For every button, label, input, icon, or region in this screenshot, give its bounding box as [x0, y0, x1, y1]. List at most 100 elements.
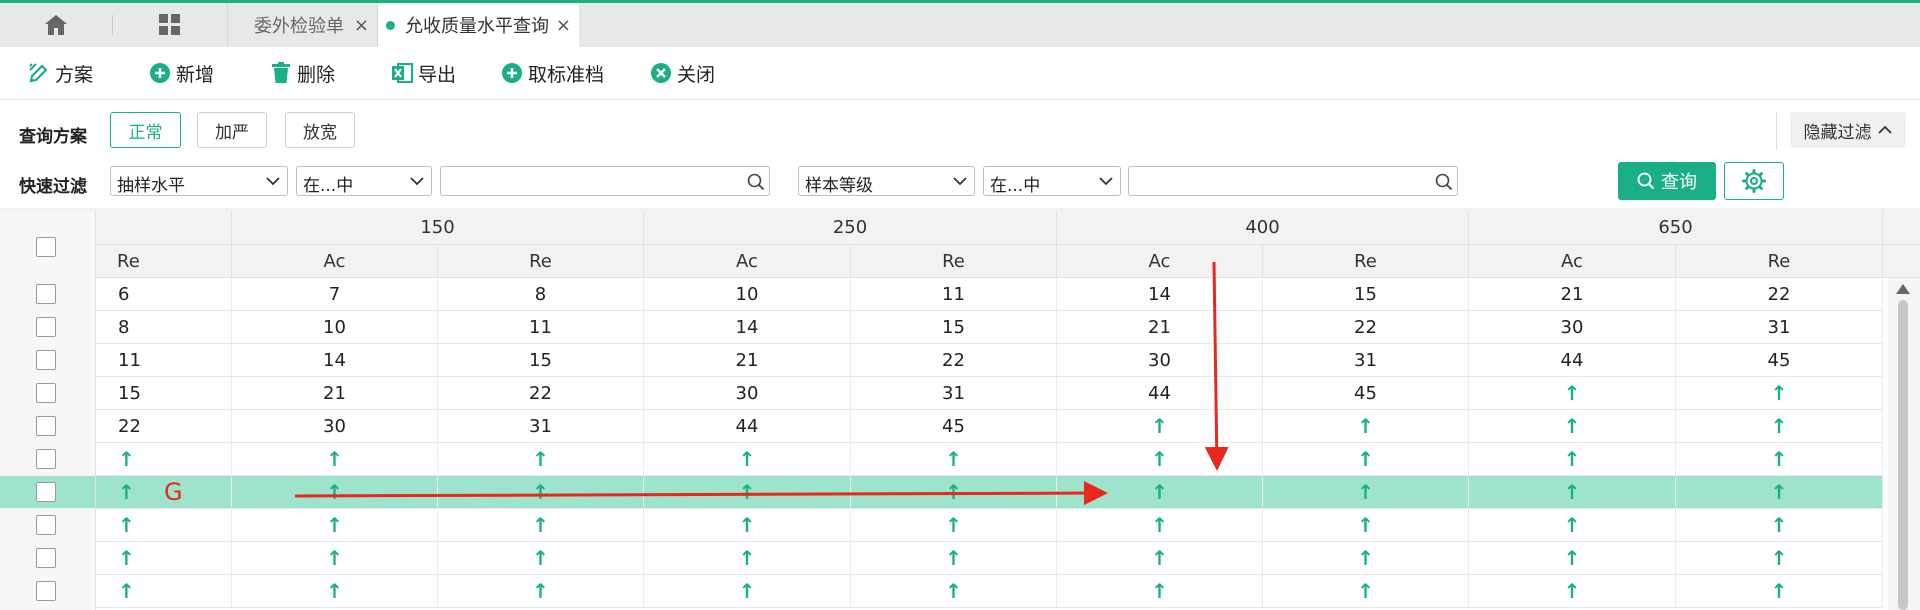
table-cell[interactable]: ↑ [232, 476, 438, 508]
table-cell[interactable]: ↑ [1469, 410, 1676, 442]
table-cell[interactable]: ↑ [1469, 542, 1676, 574]
fetch-standard-button[interactable]: 取标准档 [501, 47, 604, 99]
table-cell[interactable]: 45 [1676, 344, 1883, 376]
table-cell[interactable]: 22 [438, 377, 644, 409]
table-cell[interactable]: ↑ [438, 509, 644, 541]
table-cell[interactable]: ↑ [1676, 476, 1883, 508]
table-cell[interactable]: ↑ [1469, 575, 1676, 607]
table-cell[interactable]: ↑ [232, 575, 438, 607]
table-cell[interactable]: 21 [232, 377, 438, 409]
table-cell[interactable]: ↑ [1676, 575, 1883, 607]
close-icon[interactable]: × [556, 15, 571, 36]
table-cell[interactable]: ↑ [1263, 410, 1469, 442]
operator-select-2[interactable]: 在...中 [983, 166, 1121, 196]
table-cell[interactable]: ↑ [1263, 443, 1469, 475]
table-cell[interactable]: ↑ [1057, 575, 1263, 607]
scheme-reduced-button[interactable]: 放宽 [285, 112, 355, 148]
select-all-checkbox[interactable] [36, 237, 56, 257]
table-row[interactable]: 22 30 31 44 45 ↑ ↑ ↑ ↑ [96, 410, 1883, 443]
scheme-button[interactable]: 方案 [28, 47, 93, 99]
row-checkbox[interactable] [36, 482, 56, 502]
table-cell[interactable]: 21 [1469, 278, 1676, 310]
table-cell[interactable]: ↑ [1469, 443, 1676, 475]
table-cell[interactable]: 15 [851, 311, 1057, 343]
scheme-normal-button[interactable]: 正常 [110, 112, 181, 148]
table-cell[interactable]: ↑ [851, 575, 1057, 607]
table-cell[interactable]: 30 [644, 377, 851, 409]
table-cell[interactable]: ↑ [438, 476, 644, 508]
table-cell[interactable]: ↑ [1057, 410, 1263, 442]
table-cell[interactable]: ↑ [644, 575, 851, 607]
table-cell[interactable]: ↑ [644, 476, 851, 508]
sub-header-re[interactable]: Re [96, 245, 232, 277]
table-cell[interactable]: ↑ [1676, 542, 1883, 574]
operator-select-1[interactable]: 在...中 [296, 166, 432, 196]
table-cell[interactable]: 22 [1263, 311, 1469, 343]
table-cell[interactable]: 45 [1263, 377, 1469, 409]
sub-header-ac[interactable]: Ac [232, 245, 438, 277]
scrollbar-thumb[interactable] [1898, 300, 1908, 610]
table-row[interactable]: ↑ ↑ ↑ ↑ ↑ ↑ ↑ ↑ ↑ [96, 443, 1883, 476]
table-cell[interactable]: 30 [232, 410, 438, 442]
table-cell[interactable]: 31 [1263, 344, 1469, 376]
table-row[interactable]: ↑ ↑ ↑ ↑ ↑ ↑ ↑ ↑ ↑ [96, 542, 1883, 575]
add-button[interactable]: 新增 [149, 47, 214, 99]
table-cell[interactable]: 14 [232, 344, 438, 376]
table-cell[interactable]: ↑ [1676, 410, 1883, 442]
hide-filter-button[interactable]: 隐藏过滤 [1790, 112, 1906, 148]
row-checkbox[interactable] [36, 284, 56, 304]
sub-header-ac[interactable]: Ac [1057, 245, 1263, 277]
sub-header-re[interactable]: Re [438, 245, 644, 277]
table-cell[interactable]: ↑ [851, 476, 1057, 508]
table-cell[interactable]: 44 [1469, 344, 1676, 376]
table-cell[interactable]: 15 [96, 377, 232, 409]
table-cell[interactable]: 14 [644, 311, 851, 343]
table-cell[interactable]: ↑ [851, 542, 1057, 574]
row-checkbox[interactable] [36, 515, 56, 535]
sub-header-re[interactable]: Re [1263, 245, 1469, 277]
row-checkbox[interactable] [36, 449, 56, 469]
table-cell[interactable]: 21 [1057, 311, 1263, 343]
field-select-1[interactable]: 抽样水平 [110, 166, 288, 196]
delete-button[interactable]: 删除 [270, 47, 335, 99]
export-button[interactable]: 导出 [391, 47, 456, 99]
table-row[interactable]: 8 10 11 14 15 21 22 30 31 [96, 311, 1883, 344]
scheme-tightened-button[interactable]: 加严 [197, 112, 267, 148]
table-cell[interactable]: 22 [1676, 278, 1883, 310]
table-row[interactable]: 11 14 15 21 22 30 31 44 45 [96, 344, 1883, 377]
table-cell[interactable]: ↑ [1057, 443, 1263, 475]
table-cell[interactable]: 8 [96, 311, 232, 343]
table-cell[interactable]: 31 [438, 410, 644, 442]
value-input-1[interactable] [440, 166, 770, 196]
table-cell[interactable]: ↑ [96, 575, 232, 607]
close-icon[interactable]: × [354, 15, 369, 36]
table-cell[interactable]: ↑ [644, 542, 851, 574]
table-cell[interactable]: ↑ [232, 509, 438, 541]
table-row[interactable]: ↑ ↑ ↑ ↑ ↑ ↑ ↑ ↑ ↑ [96, 476, 1883, 509]
table-cell[interactable]: 44 [644, 410, 851, 442]
close-button[interactable]: 关闭 [650, 47, 715, 99]
table-row[interactable]: ↑ ↑ ↑ ↑ ↑ ↑ ↑ ↑ ↑ [96, 509, 1883, 542]
table-cell[interactable]: 30 [1057, 344, 1263, 376]
table-cell[interactable]: ↑ [1676, 377, 1883, 409]
table-cell[interactable]: ↑ [1676, 443, 1883, 475]
table-cell[interactable]: ↑ [96, 542, 232, 574]
field-select-2[interactable]: 样本等级 [798, 166, 975, 196]
tab-outsourced-inspection[interactable]: 委外检验单 × [227, 3, 377, 47]
table-cell[interactable]: ↑ [96, 509, 232, 541]
table-cell[interactable]: ↑ [851, 443, 1057, 475]
table-cell[interactable]: 31 [1676, 311, 1883, 343]
table-cell[interactable]: ↑ [1263, 542, 1469, 574]
table-row[interactable]: 6 7 8 10 11 14 15 21 22 [96, 278, 1883, 311]
sub-header-ac[interactable]: Ac [644, 245, 851, 277]
row-checkbox[interactable] [36, 350, 56, 370]
table-cell[interactable]: ↑ [1263, 575, 1469, 607]
table-cell[interactable]: ↑ [438, 443, 644, 475]
table-cell[interactable]: ↑ [1263, 509, 1469, 541]
table-cell[interactable]: ↑ [1057, 476, 1263, 508]
row-checkbox[interactable] [36, 383, 56, 403]
home-tab[interactable] [0, 3, 112, 47]
table-cell[interactable]: 30 [1469, 311, 1676, 343]
table-cell[interactable]: 44 [1057, 377, 1263, 409]
table-cell[interactable]: 11 [851, 278, 1057, 310]
